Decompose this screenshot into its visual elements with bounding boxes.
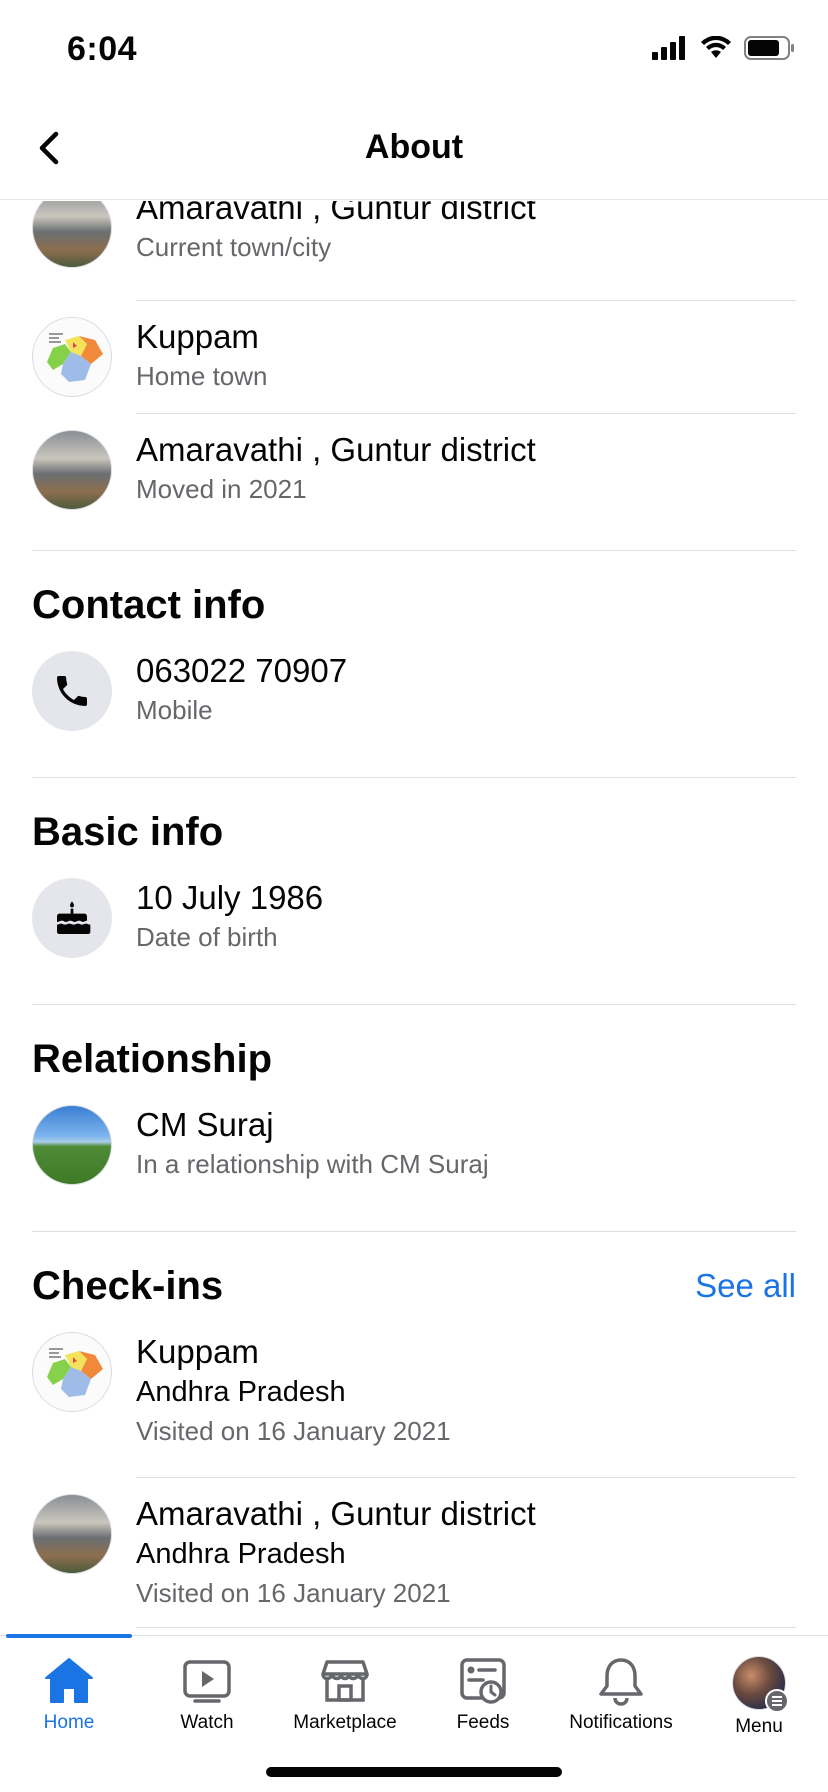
basic-info-heading: Basic info xyxy=(32,810,224,854)
see-all-link[interactable]: See all xyxy=(695,1267,796,1305)
tab-label: Notifications xyxy=(569,1712,673,1733)
contact-phone-item[interactable]: 063022 70907 Mobile xyxy=(0,651,828,777)
checkin-item[interactable]: Kuppam Andhra Pradesh Visited on 16 Janu… xyxy=(0,1332,828,1478)
home-indicator xyxy=(266,1767,562,1777)
amaravathi-photo-icon xyxy=(32,430,112,510)
place-item-home-town[interactable]: Kuppam Home town xyxy=(0,301,828,414)
tab-label: Home xyxy=(43,1712,95,1733)
checkin-place: Amaravathi , Guntur district xyxy=(136,1495,536,1532)
date-of-birth-label: Date of birth xyxy=(136,922,278,952)
relationship-item[interactable]: CM Suraj In a relationship with CM Suraj xyxy=(0,1105,828,1231)
profile-avatar xyxy=(732,1656,789,1713)
amaravathi-photo-icon xyxy=(32,201,112,268)
place-subtitle: Home town xyxy=(136,361,268,391)
bell-icon xyxy=(599,1658,643,1706)
relationship-heading: Relationship xyxy=(32,1037,273,1081)
status-icons xyxy=(652,36,796,60)
watch-icon xyxy=(183,1660,231,1703)
checkin-item[interactable]: Amaravathi , Guntur district Andhra Prad… xyxy=(0,1478,828,1628)
place-subtitle: Moved in 2021 xyxy=(136,474,307,504)
phone-icon xyxy=(57,676,87,706)
phone-number: 063022 70907 xyxy=(136,652,348,689)
tab-marketplace[interactable]: Marketplace xyxy=(276,1656,414,1756)
place-item-moved[interactable]: Amaravathi , Guntur district Moved in 20… xyxy=(0,414,828,550)
nav-header: About xyxy=(0,96,828,200)
tab-notifications[interactable]: Notifications xyxy=(552,1656,690,1756)
kuppam-map-icon xyxy=(32,317,112,397)
checkins-header: Check-ins See all xyxy=(0,1262,828,1310)
tab-home[interactable]: Home xyxy=(0,1656,138,1756)
phone-type: Mobile xyxy=(136,695,213,725)
phone-icon-circle xyxy=(32,651,112,731)
place-subtitle: Current town/city xyxy=(136,232,332,262)
tab-watch[interactable]: Watch xyxy=(138,1656,276,1756)
battery-icon xyxy=(744,36,794,60)
birthday-icon-circle xyxy=(32,878,112,958)
page-title: About xyxy=(364,128,464,166)
tab-feeds[interactable]: Feeds xyxy=(414,1656,552,1756)
place-title: Amaravathi , Guntur district xyxy=(136,431,536,468)
tab-label: Watch xyxy=(180,1712,234,1733)
birthday-item[interactable]: 10 July 1986 Date of birth xyxy=(0,878,828,1004)
relationship-status: In a relationship with CM Suraj xyxy=(136,1149,489,1179)
place-title: Kuppam xyxy=(136,318,259,355)
date-of-birth: 10 July 1986 xyxy=(136,879,324,916)
checkin-region: Andhra Pradesh xyxy=(136,1538,346,1570)
marketplace-icon xyxy=(321,1660,369,1702)
status-time: 6:04 xyxy=(67,30,138,68)
kuppam-map-icon xyxy=(32,1332,112,1412)
wifi-icon xyxy=(701,36,731,58)
tab-label: Menu xyxy=(735,1716,783,1737)
checkins-heading: Check-ins xyxy=(32,1264,224,1308)
contact-info-heading: Contact info xyxy=(32,583,266,627)
checkin-date: Visited on 16 January 2021 xyxy=(136,1416,451,1446)
about-content[interactable]: Amaravathi , Guntur district Current tow… xyxy=(0,201,828,1635)
birthday-cake-icon xyxy=(57,901,91,934)
place-item-current-city[interactable]: Amaravathi , Guntur district Current tow… xyxy=(0,201,828,301)
signal-icon xyxy=(652,36,685,60)
feeds-icon xyxy=(460,1658,506,1704)
checkin-date: Visited on 16 January 2021 xyxy=(136,1578,451,1608)
partner-avatar[interactable] xyxy=(32,1105,112,1185)
amaravathi-photo-icon xyxy=(32,1494,112,1574)
divider xyxy=(136,1627,796,1628)
home-icon xyxy=(45,1658,93,1703)
active-tab-indicator xyxy=(6,1634,132,1638)
checkin-region: Andhra Pradesh xyxy=(136,1376,346,1408)
tab-label: Marketplace xyxy=(293,1712,397,1733)
checkin-place: Kuppam xyxy=(136,1333,259,1370)
place-title: Amaravathi , Guntur district xyxy=(136,201,536,226)
menu-badge-icon xyxy=(765,1689,789,1713)
tab-menu[interactable]: Menu xyxy=(690,1656,828,1756)
status-bar: 6:04 xyxy=(0,0,828,96)
tab-label: Feeds xyxy=(456,1712,510,1733)
partner-name[interactable]: CM Suraj xyxy=(136,1105,828,1145)
